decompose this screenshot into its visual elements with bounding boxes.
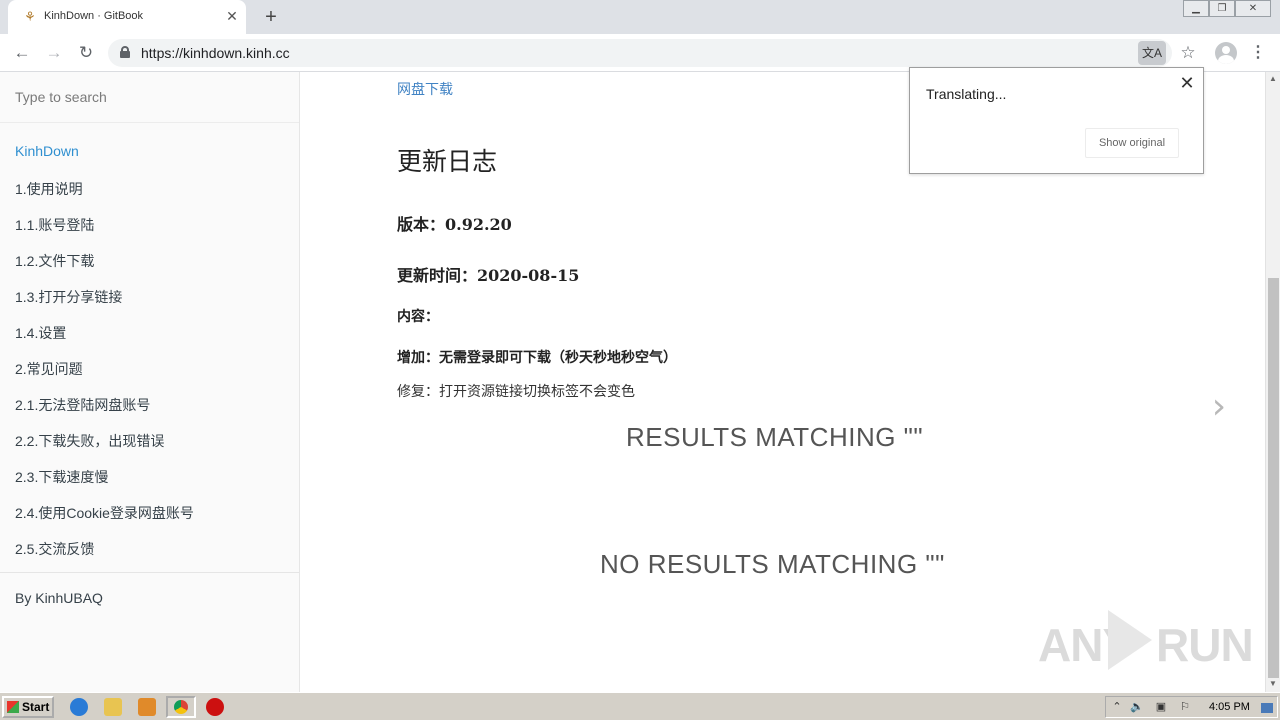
translate-popup: Translating... ✕ Show original (909, 67, 1204, 174)
scroll-up-arrow-icon[interactable]: ▲ (1269, 74, 1277, 83)
sidebar-item-faq[interactable]: 2.常见问题 (15, 359, 83, 379)
windows-logo-icon (7, 701, 19, 713)
update-time-heading: 更新时间：2020-08-15 (397, 266, 580, 285)
watermark-text-right: RUN (1156, 619, 1254, 671)
address-bar[interactable]: https://kinhdown.kinh.cc 文A ☆ (108, 39, 1196, 67)
next-page-chevron-icon[interactable]: › (1207, 389, 1231, 425)
sidebar-item-cannot-login[interactable]: 2.1.无法登陆网盘账号 (15, 395, 150, 415)
scroll-down-arrow-icon[interactable]: ▼ (1269, 679, 1277, 688)
sidebar-item-open-share-link[interactable]: 1.3.打开分享链接 (15, 287, 122, 307)
close-window-icon[interactable]: ✕ (1235, 0, 1271, 17)
reload-icon[interactable]: ↻ (74, 41, 98, 65)
no-results-matching-text: NO RESULTS MATCHING "" (600, 549, 945, 579)
results-matching-text: RESULTS MATCHING "" (626, 422, 924, 452)
start-button[interactable]: Start (2, 696, 54, 718)
tab-strip: ⚘ KinhDown · GitBook ✕ + ▁ ❐ ✕ (0, 0, 1280, 34)
show-desktop-icon[interactable] (1261, 703, 1273, 713)
sidebar-item-file-download[interactable]: 1.2.文件下载 (15, 251, 94, 271)
fixed-note: 修复：打开资源链接切换标签不会变色 (397, 383, 635, 399)
internet-explorer-icon[interactable] (70, 698, 88, 716)
tray-expand-icon[interactable]: ⌃ (1110, 700, 1124, 714)
volume-icon[interactable]: 🔈 (1130, 700, 1144, 714)
profile-avatar-icon[interactable] (1215, 42, 1237, 64)
lock-icon (120, 46, 130, 58)
content-label: 内容： (397, 309, 439, 325)
page-scrollbar[interactable]: ▲ ▼ (1265, 72, 1280, 692)
sidebar-item-settings[interactable]: 1.4.设置 (15, 323, 66, 343)
sidebar-divider (0, 572, 299, 573)
tab-title: KinhDown · GitBook (44, 10, 144, 22)
translate-icon[interactable]: 文A (1138, 41, 1166, 65)
close-popup-icon[interactable]: ✕ (1178, 74, 1196, 92)
forward-arrow-icon[interactable]: → (42, 41, 66, 65)
book-sidebar: KinhDown 1.使用说明 1.1.账号登陆 1.2.文件下载 1.3.打开… (0, 72, 300, 692)
sidebar-footer-author[interactable]: By KinhUBAQ (15, 590, 103, 606)
sidebar-item-download-failed[interactable]: 2.2.下载失败，出现错误 (15, 431, 164, 451)
search-box (0, 72, 299, 123)
translating-message: Translating... (926, 86, 1007, 102)
start-label: Start (22, 700, 50, 714)
sidebar-item-slow-download[interactable]: 2.3.下载速度慢 (15, 467, 108, 487)
minimize-window-icon[interactable]: ▁ (1183, 0, 1209, 17)
sidebar-item-kinhdown[interactable]: KinhDown (15, 143, 79, 159)
browser-tab[interactable]: ⚘ KinhDown · GitBook ✕ (8, 0, 246, 34)
added-note: 增加：无需登录即可下载（秒天秒地秒空气） (397, 350, 677, 366)
new-tab-icon[interactable]: + (260, 6, 282, 28)
chrome-icon (174, 700, 188, 714)
system-tray: ⌃ 🔈 ▣ ⚐ 4:05 PM (1105, 696, 1278, 718)
bookmark-star-icon[interactable]: ☆ (1176, 41, 1200, 65)
netdisk-download-link[interactable]: 网盘下载 (397, 79, 453, 99)
search-input[interactable] (15, 87, 285, 107)
sidebar-item-feedback[interactable]: 2.5.交流反馈 (15, 539, 94, 559)
tab-close-icon[interactable]: ✕ (224, 8, 240, 24)
kebab-menu-icon[interactable]: ⋮ (1250, 41, 1266, 65)
gitbook-favicon-icon: ⚘ (24, 9, 36, 24)
taskbar-clock[interactable]: 4:05 PM (1209, 701, 1250, 713)
back-arrow-icon[interactable]: ← (10, 41, 34, 65)
version-heading: 版本：0.92.20 (397, 215, 512, 234)
media-player-icon[interactable] (138, 698, 156, 716)
page-title: 更新日志 (397, 147, 498, 176)
show-original-button[interactable]: Show original (1085, 128, 1179, 158)
action-center-flag-icon[interactable]: ⚐ (1178, 700, 1192, 714)
network-icon[interactable]: ▣ (1154, 700, 1168, 714)
file-explorer-icon[interactable] (104, 698, 122, 716)
sidebar-item-account-login[interactable]: 1.1.账号登陆 (15, 215, 94, 235)
anyrun-watermark: ANY RUN (1038, 610, 1254, 671)
sidebar-item-usage[interactable]: 1.使用说明 (15, 179, 83, 199)
windows-taskbar: Start ⌃ 🔈 ▣ ⚐ 4:05 PM (0, 692, 1280, 720)
url-text: https://kinhdown.kinh.cc (141, 45, 290, 61)
chrome-taskbar-button[interactable] (166, 696, 196, 718)
opera-icon[interactable] (206, 698, 224, 716)
sidebar-item-cookie-login[interactable]: 2.4.使用Cookie登录网盘账号 (15, 503, 194, 523)
play-logo-icon (1108, 610, 1152, 670)
scroll-thumb[interactable] (1268, 278, 1279, 678)
restore-window-icon[interactable]: ❐ (1209, 0, 1235, 17)
